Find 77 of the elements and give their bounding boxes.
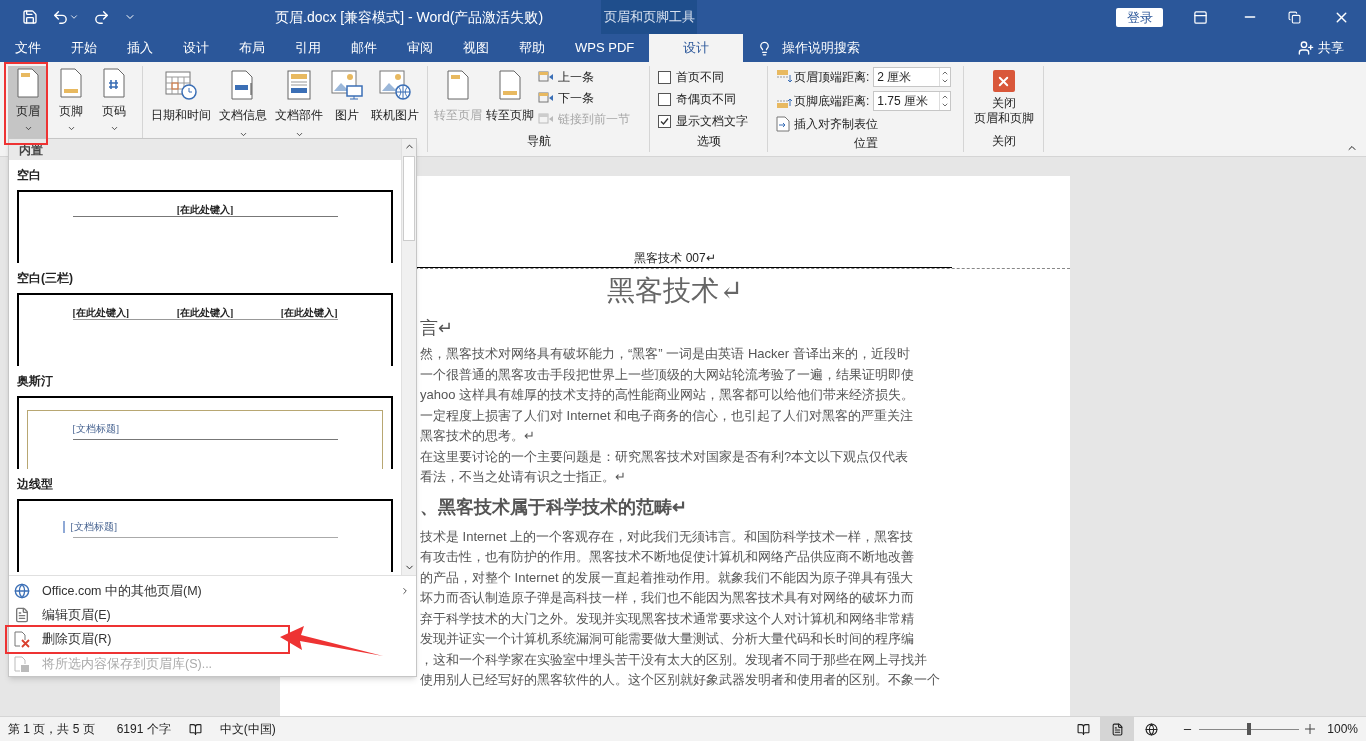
paragraph-line: 弃于科学技术的大门之外。发现并实现黑客技术通常要求这个人对计算机和网络非常精 xyxy=(420,609,915,628)
ribbon-small-button[interactable]: 插入对齐制表位 xyxy=(776,114,955,134)
zoom-level[interactable]: 100% xyxy=(1327,720,1358,738)
placeholder-text: [文档标题] xyxy=(72,423,120,434)
gallery-item-label: 空白(三栏) xyxy=(16,270,74,287)
header-preview[interactable]: [文档标题] xyxy=(17,499,393,572)
header-preview[interactable]: [在此处键入] xyxy=(17,190,393,263)
paragraph-line: 黑客技术的思考。↵ xyxy=(420,427,536,445)
paragraph-line: 有攻击性，也有防护的作用。黑客技术不断地促使计算机和网络产品供应商不断地改善 xyxy=(420,548,915,566)
share-button[interactable]: 共享 xyxy=(1318,38,1344,58)
menu-item[interactable]: Office.com 中的其他页眉(M) xyxy=(9,579,416,603)
section-heading: 言↵ xyxy=(420,318,453,338)
checkbox-label: 首页不同 xyxy=(676,69,724,86)
field-label: 页眉顶端距离: xyxy=(794,69,870,86)
paragraph-line: yahoo 这样具有雄厚的技术支持的高性能商业网站，黑客都可以给他们带来经济损失。 xyxy=(420,386,916,404)
paragraph-line: 一定程度上损害了人们对 Internet 和电子商务的信心，也引起了人们对黑客的严重关注 xyxy=(420,406,915,425)
field-label: 页脚底端距离: xyxy=(794,93,870,110)
section-heading: 、黑客技术属于科学技术的范畴↵ xyxy=(420,496,687,517)
header-text: 黑客技术 007↵ xyxy=(634,250,716,267)
login-button[interactable]: 登录 xyxy=(1116,7,1163,27)
paragraph-line: 使用别人已经写好的黑客软件的人。这个区别就好象武器发明者和使用者的区别。不象一个 xyxy=(420,671,941,689)
word-count[interactable]: 6191 个字 xyxy=(116,720,171,738)
group-label: 关闭 xyxy=(990,133,1017,150)
paragraph-line: 然，黑客技术对网络具有破坏能力，“黑客” 一词是由英语 Hacker 音译出来的，近段时 xyxy=(420,345,911,363)
context-group-label: 页眉和页脚工具 xyxy=(601,0,697,34)
paragraph-line: 技术是 Internet 上的一个客观存在，对此我们无须讳言。和国防科学技术一样，黑客技 xyxy=(420,527,915,546)
ribbon-button[interactable]: 页脚 xyxy=(51,66,91,144)
window-title: 页眉.docx [兼容模式] - Word(产品激活失败) xyxy=(275,7,544,27)
checkbox-label: 显示文档文字 xyxy=(676,113,748,130)
menu-item[interactable]: 编辑页眉(E) xyxy=(9,603,416,627)
paragraph-line: 的产品，对整个 Internet 的发展一直起着推动作用。就象我们不能因为原子弹具有强大 xyxy=(420,568,915,587)
document-title: 黑客技术↵ xyxy=(607,273,743,309)
group-label: 导航 xyxy=(525,133,552,150)
gallery-item-label: 空白 xyxy=(16,167,42,184)
ribbon-tab[interactable]: 邮件 xyxy=(336,34,392,62)
header-preview[interactable]: [文档标题] xyxy=(17,396,393,469)
ribbon-tab[interactable]: WPS PDF xyxy=(560,34,650,62)
ribbon-button[interactable]: 图片 xyxy=(329,70,365,140)
header-preview[interactable]: [在此处键入] [在此处键入] [在此处键入] xyxy=(17,293,393,366)
ribbon-button[interactable]: 页码 xyxy=(94,66,134,144)
group-label: 选项 xyxy=(695,133,722,150)
page-count[interactable]: 第 1 页，共 5 页 xyxy=(8,720,95,738)
ribbon-tab[interactable]: 开始 xyxy=(56,34,112,62)
group-label: 位置 xyxy=(852,135,879,152)
ribbon-tab[interactable]: 插入 xyxy=(112,34,168,62)
ribbon-tab[interactable]: 引用 xyxy=(280,34,336,62)
checkbox-label: 奇偶页不同 xyxy=(676,91,736,108)
ribbon-button[interactable]: 转至页脚 xyxy=(486,66,534,132)
ribbon-tab[interactable]: 设计 xyxy=(168,34,224,62)
placeholder-text: [在此处键入] xyxy=(72,307,130,319)
placeholder-text: [在此处键入] xyxy=(176,307,234,319)
tell-me-field[interactable]: 操作说明搜索 xyxy=(782,38,861,58)
ribbon-small-button[interactable]: 上一条 xyxy=(538,68,630,86)
paragraph-line: 一个很普通的黑客攻击手段把世界上一些顶级的大网站轮流考验了一遍，结果证明即使 xyxy=(420,365,915,384)
paragraph-line: 坏力而否认制造原子弹是高科技一样，我们也不能因为黑客技术具有对网络的破坏力而 xyxy=(420,589,915,607)
spin-field[interactable]: 1.75 厘米 xyxy=(873,91,952,111)
ribbon-small-button[interactable]: 下一条 xyxy=(538,89,630,107)
paragraph-line: 在这里要讨论的一个主要问题是：研究黑客技术对国家是否有利?本文以下观点仅代表 xyxy=(420,447,910,466)
paragraph-line: 发现并证实一个计算机系统漏洞可能需要做大量测试、分析大量代码和长时间的程序编 xyxy=(420,630,915,648)
ribbon-tab[interactable]: 设计 xyxy=(649,34,744,62)
gallery-item-label: 奥斯汀 xyxy=(16,373,54,390)
close-header-footer-button[interactable]: 关闭 页眉和页脚 xyxy=(970,66,1037,132)
paragraph-line: 看法，不当之处请有识之士指正。↵ xyxy=(420,468,627,486)
menu-item[interactable]: 删除页眉(R) xyxy=(7,627,118,652)
spin-field[interactable]: 2 厘米 xyxy=(873,67,952,87)
placeholder-text: [文档标题] xyxy=(70,521,118,533)
language-status[interactable]: 中文(中国) xyxy=(219,720,276,738)
paragraph-line: ，这和一个科学家在实验室中埋头苦干没有太大的区别。发现者不同于那些在网上寻找并 xyxy=(420,650,928,669)
ribbon-tab[interactable]: 帮助 xyxy=(504,34,560,62)
ribbon-button[interactable]: 文档信息 xyxy=(217,70,269,140)
placeholder-text: [在此处键入] xyxy=(280,307,338,319)
ribbon-tab[interactable]: 审阅 xyxy=(392,34,448,62)
ribbon-tab[interactable]: 文件 xyxy=(0,34,56,62)
gallery-item-label: 边线型 xyxy=(16,476,54,493)
ribbon-tab[interactable]: 布局 xyxy=(224,34,280,62)
ribbon-tab[interactable]: 视图 xyxy=(448,34,504,62)
placeholder-text: [在此处键入] xyxy=(176,204,234,216)
